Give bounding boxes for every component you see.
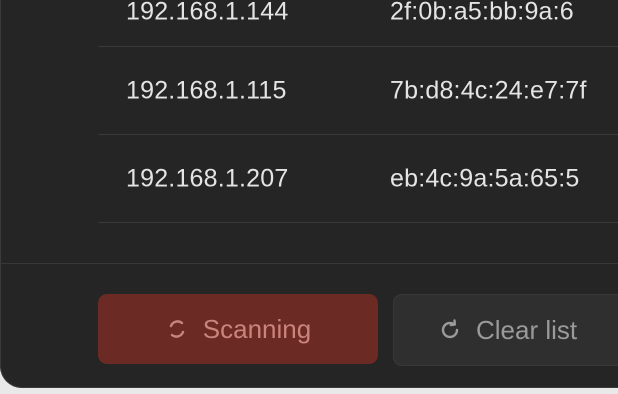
scanning-label: Scanning (202, 313, 312, 344)
ip-address: 192.168.1.115 (126, 76, 287, 104)
table-row[interactable]: 192.168.1.144 2f:0b:a5:bb:9a:6 (98, 0, 618, 47)
clear-list-button[interactable]: Clear list (393, 294, 618, 366)
ip-address: 192.168.1.207 (126, 164, 289, 192)
mac-address: eb:4c:9a:5a:65:5 (390, 164, 580, 192)
table-row[interactable]: 192.168.1.207 eb:4c:9a:5a:65:5 (98, 135, 618, 223)
scanner-window: 192.168.1.144 2f:0b:a5:bb:9a:6 192.168.1… (0, 0, 618, 388)
ip-address: 192.168.1.144 (126, 0, 289, 26)
table-spacer (98, 223, 618, 265)
mac-address: 7b:d8:4c:24:e7:7f (390, 76, 587, 104)
clear-list-label: Clear list (476, 314, 578, 345)
spinner-icon (165, 317, 189, 341)
table-row[interactable]: 192.168.1.115 7b:d8:4c:24:e7:7f (98, 47, 618, 135)
device-list: 192.168.1.144 2f:0b:a5:bb:9a:6 192.168.1… (98, 0, 618, 265)
mac-address: 2f:0b:a5:bb:9a:6 (390, 0, 574, 26)
refresh-icon (438, 318, 462, 342)
scanning-button[interactable]: Scanning (98, 294, 378, 364)
action-bar: Scanning Clear list (0, 263, 618, 388)
